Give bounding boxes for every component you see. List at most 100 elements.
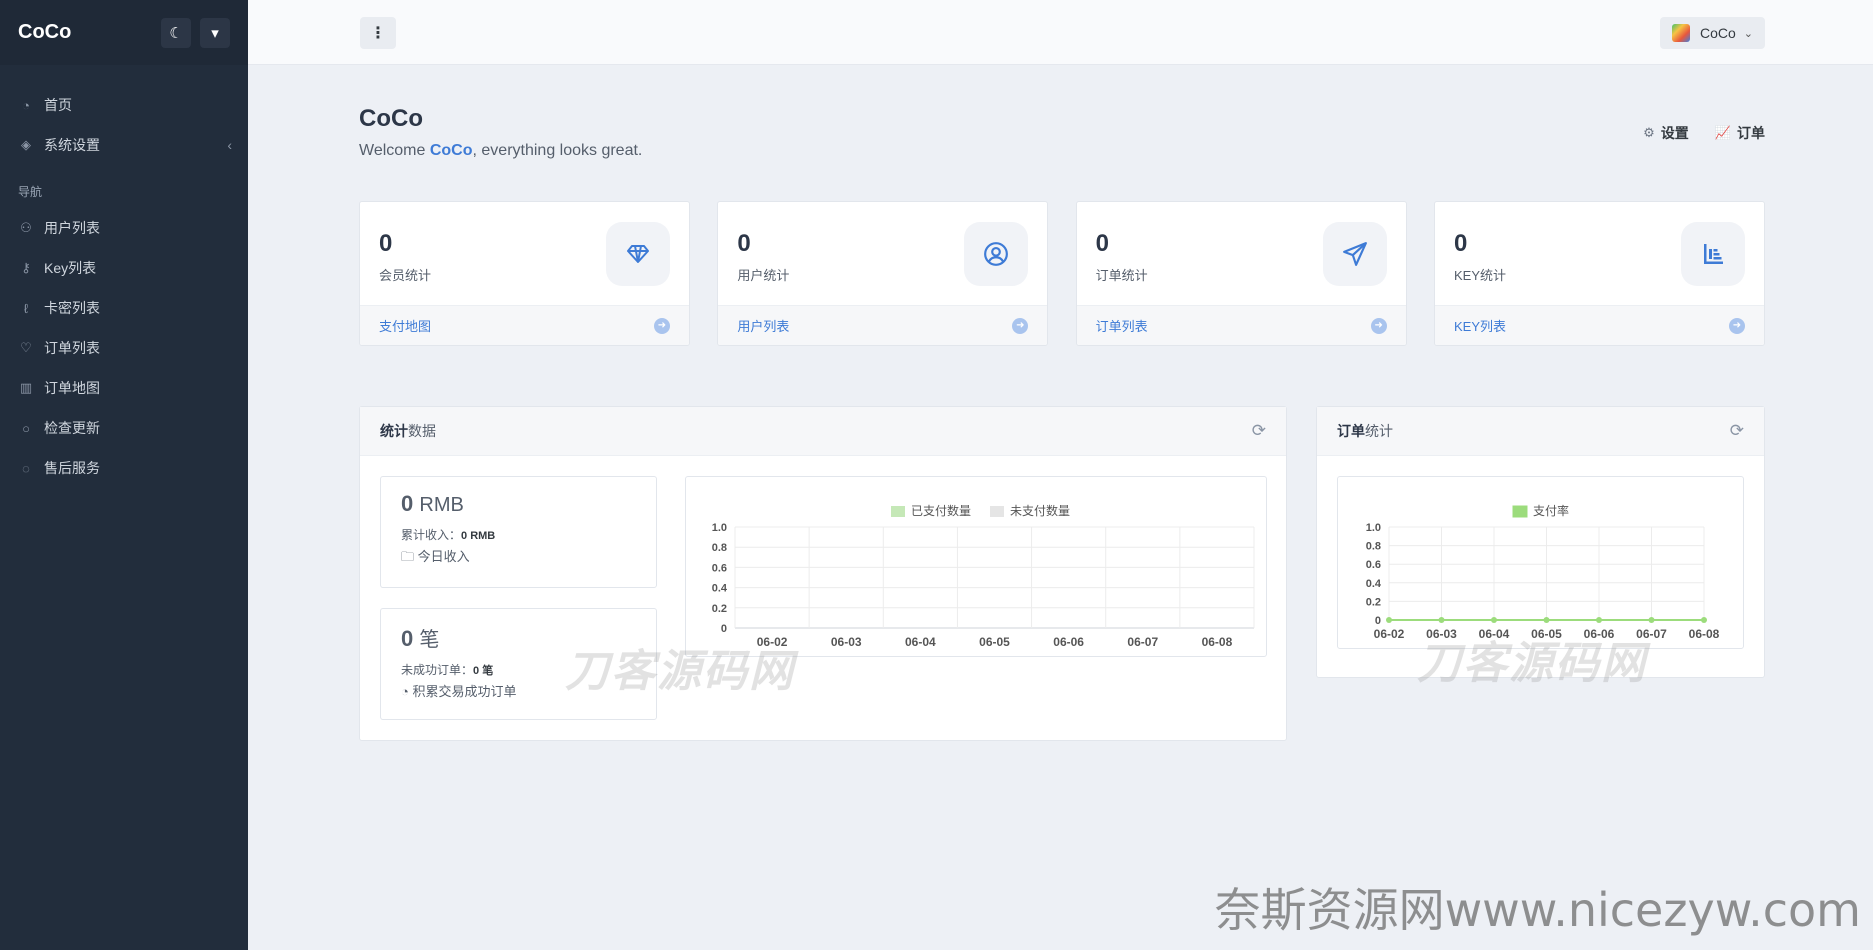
refresh-icon[interactable]: ⟳ — [1252, 421, 1266, 441]
panel-header: 统计 数据 ⟳ — [360, 407, 1286, 456]
key-icon: ⚷ — [21, 260, 31, 275]
sidebar-item-label: 订单列表 — [44, 340, 100, 356]
stat-value: 0 — [1453, 230, 1468, 257]
y-tick-label: 1.0 — [712, 522, 727, 534]
sidebar-item-label: 卡密列表 — [44, 300, 100, 316]
panel-title-rest: 统计 — [1365, 423, 1393, 439]
stat-value: 0 — [379, 230, 393, 257]
legend-label: 已支付数量 — [911, 503, 971, 518]
panel-title-bold: 统计 — [380, 423, 408, 439]
sidebar-item-order-map[interactable]: ▥ 订单地图 — [0, 368, 248, 408]
orders-failed-label: 未成功订单： — [401, 663, 474, 677]
comments-icon: ◌ — [22, 460, 30, 476]
chart-watermark: 刀客源码网 — [1417, 638, 1647, 689]
y-tick-label: 0.6 — [712, 562, 727, 574]
stat-card-members: 0 会员统计 支付地图 ➜ — [359, 201, 690, 346]
legend-swatch — [1512, 505, 1528, 518]
y-tick-label: 1.0 — [1366, 522, 1381, 534]
sidebar-item-check-update[interactable]: ○ 检查更新 — [0, 408, 248, 448]
user-circle-icon — [964, 222, 1029, 286]
sidebar-item-label: 首页 — [44, 97, 72, 113]
users-icon: ⚇ — [20, 220, 32, 235]
avatar — [1671, 24, 1690, 42]
data-point — [1438, 617, 1445, 623]
order-stats-panel: 订单 统计 ⟳ 支付率 0 0.2 0.4 0.6 0.8 1.0 06-02 06-03 06-0… — [1316, 406, 1765, 689]
paper-plane-icon — [1322, 222, 1387, 286]
bar-chart-icon — [1680, 222, 1745, 286]
stat-link-users[interactable]: 用户列表 ➜ — [718, 305, 1048, 345]
stat-link-orders[interactable]: 订单列表 ➜ — [1076, 305, 1406, 345]
stat-card-keys: 0 KEY统计 KEY列表 ➜ — [1433, 201, 1765, 346]
y-tick-label: 0.4 — [712, 583, 728, 595]
revenue-today-label: 今日收入 — [417, 549, 470, 564]
stat-link-label: 订单列表 — [1095, 319, 1148, 334]
more-menu-button[interactable]: ⋮ — [360, 17, 396, 49]
paint-brush-icon: ▾ — [211, 24, 219, 42]
user-menu-button[interactable]: CoCo ⌄ — [1659, 17, 1765, 49]
order-rate-line-chart: 支付率00.20.40.60.81.006-02 06-03 06-04 06-05 0… — [1366, 503, 1720, 641]
folder-icon: 🗀 — [401, 549, 415, 564]
sidebar: CoCo ☾ ▾ ◔ 首页 ◈ 系统设置 ‹ 导航 ⚇ 用户列表 ⚷ Key列表… — [0, 0, 248, 950]
page-title: CoCo — [359, 105, 423, 132]
stat-card-users: 0 用户统计 用户列表 ➜ — [717, 201, 1049, 346]
welcome-username: CoCo — [429, 142, 473, 159]
stat-link-label: KEY列表 — [1453, 319, 1506, 334]
brand-logo[interactable]: CoCo — [18, 21, 152, 44]
stat-value: 0 — [737, 230, 751, 257]
stat-link-label: 用户列表 — [737, 319, 790, 334]
y-tick-label: 0.2 — [712, 603, 727, 615]
y-tick-label: 0.8 — [1366, 541, 1381, 553]
sidebar-item-system-settings[interactable]: ◈ 系统设置 ‹ — [0, 125, 248, 165]
legend-label: 支付率 — [1533, 503, 1569, 518]
legend-label: 未支付数量 — [1010, 503, 1070, 518]
orders-failed-value: 0 笔 — [473, 665, 494, 677]
settings-link[interactable]: ⚙ 设置 — [1643, 123, 1689, 143]
main-content: CoCo Welcome CoCo, everything looks grea… — [359, 65, 1765, 346]
sidebar-item-cards[interactable]: ℓ 卡密列表 — [0, 288, 248, 328]
map-icon: ▥ — [19, 380, 33, 395]
sidebar-item-label: 系统设置 — [44, 137, 100, 153]
orders-link[interactable]: 📈 订单 — [1715, 123, 1765, 143]
revenue-total-label: 累计收入： — [401, 528, 462, 542]
card-icon: ℓ — [23, 300, 29, 316]
site-watermark: 奈斯资源网www.nicezyw.com — [1214, 883, 1861, 937]
sidebar-item-users[interactable]: ⚇ 用户列表 — [0, 208, 248, 248]
refresh-icon[interactable]: ⟳ — [1730, 421, 1744, 441]
x-tick-label: 06-05 — [979, 635, 1010, 649]
y-tick-label: 0 — [721, 623, 727, 635]
sidebar-item-after-sales[interactable]: ◌ 售后服务 — [0, 448, 248, 488]
sidebar-item-label: Key列表 — [44, 260, 97, 276]
revenue-total: 累计收入：0 RMB — [401, 526, 636, 543]
stat-label: KEY统计 — [1453, 268, 1506, 283]
sidebar-item-home[interactable]: ◔ 首页 — [0, 85, 248, 125]
stat-cards: 0 会员统计 支付地图 ➜ 0 用户统计 用户列表 ➜ 0 订单统计 订单列表 ➜ 0 — [359, 201, 1765, 346]
chart-icon: 📈 — [1714, 125, 1731, 140]
dark-mode-toggle[interactable]: ☾ — [161, 17, 191, 48]
chat-icon: ○ — [22, 420, 30, 436]
settings-link-label: 设置 — [1660, 125, 1689, 141]
sidebar-nav: ◔ 首页 ◈ 系统设置 ‹ 导航 ⚇ 用户列表 ⚷ Key列表 ℓ 卡密列表 ♡… — [0, 65, 248, 488]
sidebar-style-toggle[interactable]: ▾ — [200, 17, 230, 48]
heart-icon: ♡ — [20, 340, 32, 355]
hero: CoCo Welcome CoCo, everything looks grea… — [359, 65, 1765, 201]
stat-link-pay-map[interactable]: 支付地图 ➜ — [360, 305, 689, 345]
stat-link-keys[interactable]: KEY列表 ➜ — [1434, 305, 1764, 345]
x-tick-label: 06-03 — [831, 635, 862, 649]
stats-chart: 已支付数量 未支付数量 0 0.2 0.4 0.6 0.8 1.0 06-02 06-03 06-0… — [685, 476, 1267, 657]
welcome-text: Welcome CoCo, everything looks great. — [359, 142, 642, 160]
sidebar-item-label: 订单地图 — [44, 380, 100, 396]
stat-value: 0 — [1095, 230, 1110, 257]
y-tick-label: 0.4 — [1366, 578, 1382, 590]
sidebar-item-orders[interactable]: ♡ 订单列表 — [0, 328, 248, 368]
sidebar-item-keys[interactable]: ⚷ Key列表 — [0, 248, 248, 288]
dashboard-icon: ◔ — [22, 97, 30, 113]
nav-section-heading: 导航 — [18, 185, 43, 199]
arrow-right-circle-icon: ➜ — [654, 317, 670, 334]
data-point — [1543, 617, 1550, 623]
sidebar-header: CoCo ☾ ▾ — [0, 0, 248, 65]
welcome-suffix: , everything looks great. — [472, 142, 643, 159]
revenue-today: 🗀 今日收入 — [401, 546, 636, 570]
layers-icon: ◈ — [21, 137, 31, 152]
panel-title-rest: 数据 — [408, 423, 436, 439]
sidebar-item-label: 用户列表 — [44, 220, 100, 236]
